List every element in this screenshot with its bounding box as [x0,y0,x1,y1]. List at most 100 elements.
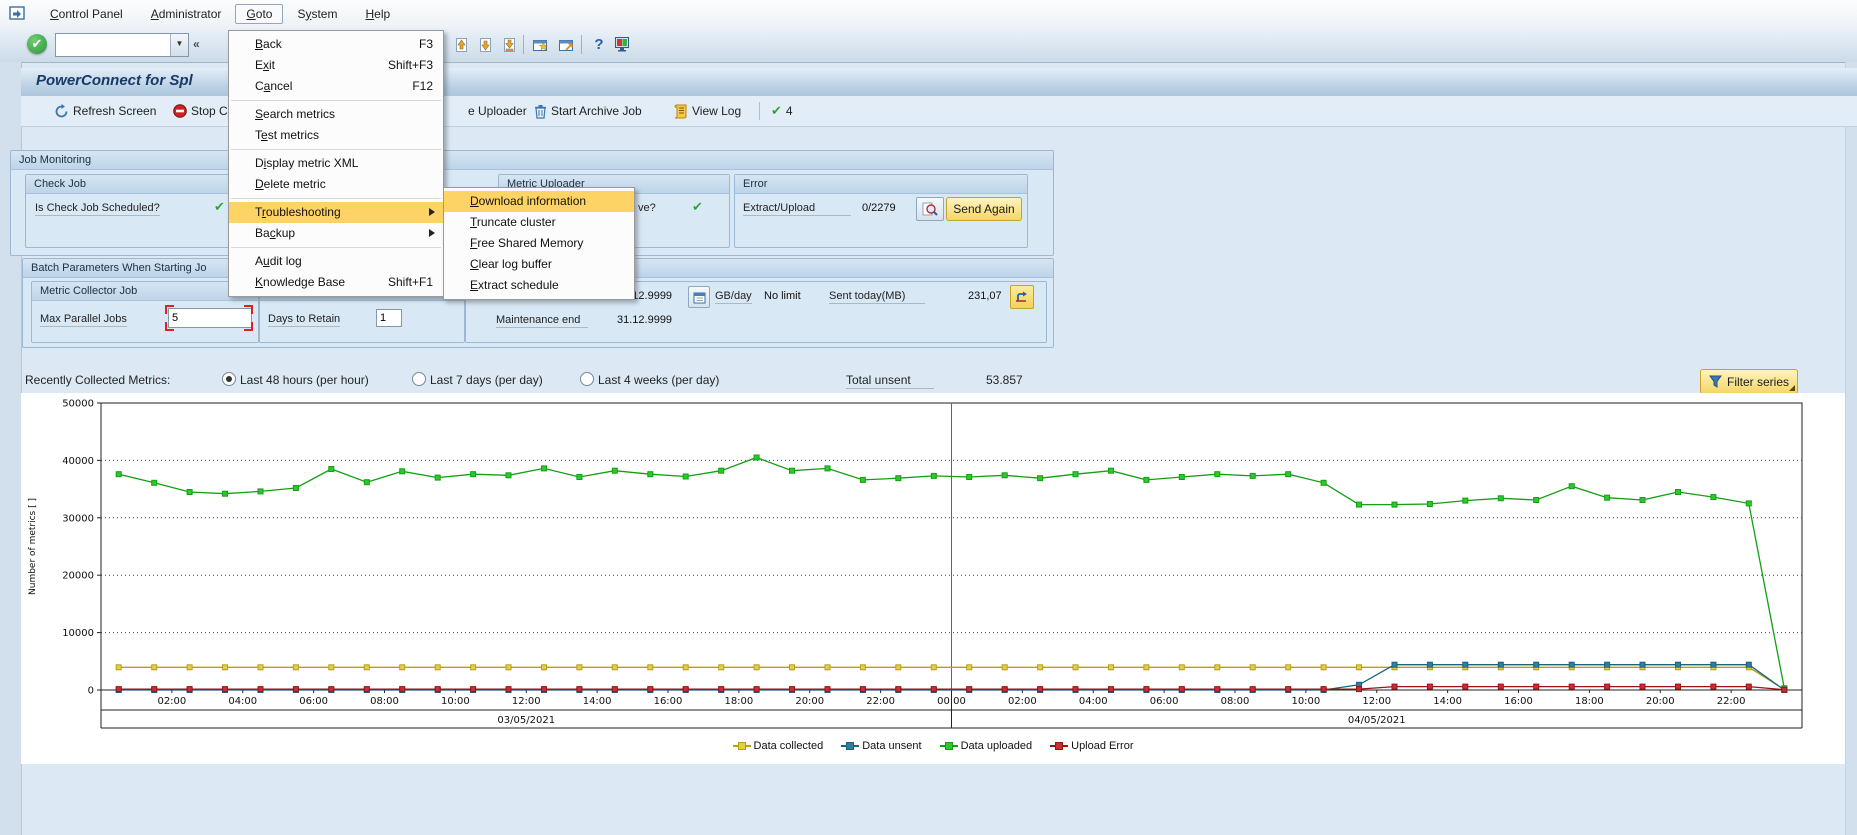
new-session-icon[interactable] [530,34,552,55]
goto-menu-popup: F3Back Shift+F3Exit F12Cancel Search met… [228,30,444,297]
svg-text:04:00: 04:00 [1079,696,1108,707]
svg-text:06:00: 06:00 [299,696,328,707]
start-archive-job-button[interactable]: Start Archive Job [530,100,646,122]
check-job-status-check-icon: ✔ [214,199,225,215]
radio-icon [412,372,426,386]
dropdown-corner-icon [1789,385,1795,391]
menu-item-knowledge-base[interactable]: Shift+F1Knowledge Base [229,272,443,293]
chart-legend: Data collectedData unsentData uploadedUp… [21,740,1845,752]
menu-item-troubleshooting[interactable]: Troubleshooting [229,202,443,223]
menu-help[interactable]: Help [351,4,404,24]
command-field[interactable]: ▼ [55,33,189,57]
menu-item-search-metrics[interactable]: Search metrics [229,104,443,125]
svg-text:08:00: 08:00 [1221,696,1250,707]
resend-arrow-icon [1015,291,1029,304]
log-icon [673,104,688,119]
menu-system[interactable]: System [283,4,351,24]
menu-item-delete-metric[interactable]: Delete metric [229,174,443,195]
error-detail-button[interactable] [916,197,944,221]
metric-collector-job-box: Metric Collector Job Max Parallel Jobs [31,281,259,343]
extract-upload-value: 0/2279 [862,202,896,214]
menu-item-test-metrics[interactable]: Test metrics [229,125,443,146]
radio-last-48-hours[interactable]: Last 48 hours (per hour) [222,372,369,387]
command-input[interactable] [56,34,170,56]
window-menu-icon[interactable] [9,6,26,21]
enter-button[interactable]: ✔ [27,34,47,54]
legend-marker-icon [940,741,958,751]
view-log-button[interactable]: View Log [669,100,745,122]
sent-today-label: Sent today(MB) [829,290,925,304]
svg-text:14:00: 14:00 [1433,696,1462,707]
menu-item-extract-schedule[interactable]: Extract schedule [444,275,634,296]
window-right-gutter [1845,62,1857,835]
toolbar-separator [581,35,582,54]
days-to-retain-input[interactable] [376,309,402,327]
check-job-scheduled-label: Is Check Job Scheduled? [35,202,160,216]
menu-item-exit[interactable]: Shift+F3Exit [229,55,443,76]
send-again-button[interactable]: Send Again [946,197,1022,221]
menu-item-clear-log-buffer[interactable]: Clear log buffer [444,254,634,275]
menu-item-cancel[interactable]: F12Cancel [229,76,443,97]
menu-item-audit-log[interactable]: Audit log [229,251,443,272]
menu-bar: Control Panel Administrator Goto System … [0,0,1857,28]
uploader-button-fragment[interactable]: e Uploader [464,100,531,122]
menu-item-download-information[interactable]: Download information [444,191,634,212]
svg-text:22:00: 22:00 [866,696,895,707]
calendar-button[interactable] [688,286,710,308]
radio-last-4-weeks[interactable]: Last 4 weeks (per day) [580,372,719,387]
svg-text:18:00: 18:00 [1575,696,1604,707]
menu-item-backup[interactable]: Backup [229,223,443,244]
help-icon[interactable]: ? [588,34,610,55]
page-up-icon[interactable] [450,34,472,55]
filter-series-button[interactable]: Filter series [1700,369,1798,394]
refresh-icon [54,104,69,119]
rate-unit-label: GB/day [715,290,752,304]
menu-goto[interactable]: Goto [235,4,283,24]
menu-control-panel[interactable]: Control Panel [36,4,137,24]
legend-marker-icon [841,741,859,751]
page-last-icon[interactable] [498,34,520,55]
sent-history-button[interactable] [1010,285,1034,309]
sap-window: Control Panel Administrator Goto System … [0,0,1857,835]
svg-text:02:00: 02:00 [1008,696,1037,707]
page-down-icon[interactable] [474,34,496,55]
legend-item: Data uploaded [940,740,1033,752]
radio-icon [580,372,594,386]
svg-text:30000: 30000 [62,513,94,524]
legend-item: Data unsent [841,740,921,752]
max-parallel-jobs-input[interactable] [168,308,252,328]
command-dropdown-icon[interactable]: ▼ [170,34,188,56]
check-icon: ✔ [771,103,782,119]
svg-text:10:00: 10:00 [1291,696,1320,707]
error-header: Error [735,175,1027,194]
svg-text:50000: 50000 [62,399,94,410]
svg-text:12:00: 12:00 [1362,696,1391,707]
svg-text:0: 0 [88,686,94,697]
page-title: PowerConnect for Spl [36,72,193,89]
menu-item-back[interactable]: F3Back [229,34,443,55]
menu-item-truncate-cluster[interactable]: Truncate cluster [444,212,634,233]
collapse-chevrons-icon[interactable]: « [193,37,200,51]
menu-separator [231,247,441,248]
customize-layout-icon[interactable] [611,34,633,55]
max-parallel-jobs-field-wrap [168,308,250,328]
menu-separator [231,100,441,101]
job-monitoring-header: Job Monitoring [11,151,1053,170]
rate-limit-value: No limit [764,290,801,302]
legend-item: Upload Error [1050,740,1133,752]
refresh-screen-button[interactable]: Refresh Screen [50,100,160,122]
recently-collected-label: Recently Collected Metrics: [25,373,170,387]
svg-text:16:00: 16:00 [1504,696,1533,707]
calendar-icon [693,291,706,304]
radio-last-7-days[interactable]: Last 7 days (per day) [412,372,543,387]
menu-item-display-metric-xml[interactable]: Display metric XML [229,153,443,174]
svg-text:08:00: 08:00 [370,696,399,707]
svg-text:14:00: 14:00 [583,696,612,707]
create-shortcut-icon[interactable] [556,34,578,55]
menu-item-free-shared-memory[interactable]: Free Shared Memory [444,233,634,254]
menu-administrator[interactable]: Administrator [137,4,236,24]
svg-text:10000: 10000 [62,628,94,639]
ok-count-button[interactable]: ✔ 4 [767,100,797,122]
svg-text:20:00: 20:00 [795,696,824,707]
stop-icon [173,104,187,118]
